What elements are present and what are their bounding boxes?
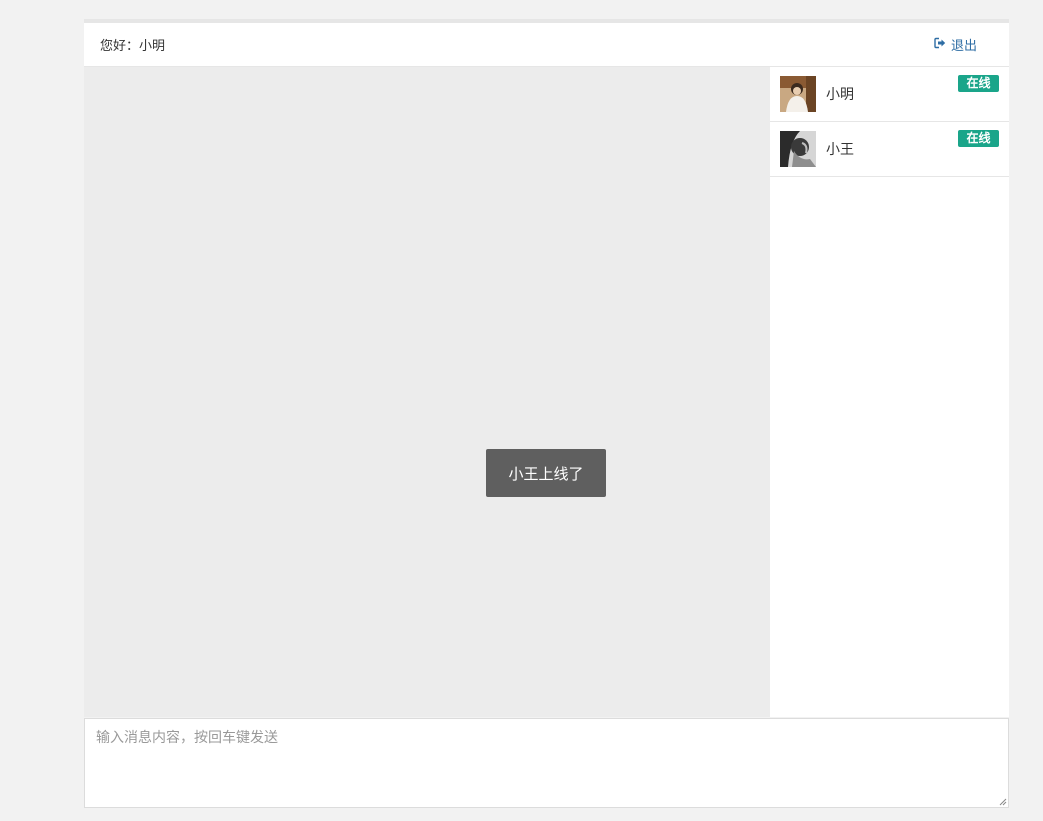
- header-bar: 您好： 小明 退出: [84, 23, 1009, 67]
- avatar-xiaoming: [780, 76, 816, 112]
- resize-handle-icon[interactable]: [998, 797, 1007, 806]
- greeting-prefix: 您好：: [100, 39, 140, 54]
- online-toast: 小王上线了: [486, 449, 606, 497]
- chat-app: 您好： 小明 退出 小王上线了 小明 在线 小王 在线: [84, 19, 1009, 717]
- greeting: 您好： 小明: [100, 35, 165, 54]
- user-name: 小王: [826, 142, 854, 158]
- user-name: 小明: [826, 87, 854, 103]
- logout-button[interactable]: 退出: [934, 35, 977, 54]
- current-username: 小明: [139, 39, 166, 54]
- avatar-xiaowang: [780, 131, 816, 167]
- sign-out-icon: [934, 37, 946, 53]
- logout-label: 退出: [950, 39, 977, 54]
- status-badge: 在线: [958, 75, 999, 92]
- user-item[interactable]: 小王 在线: [770, 122, 1009, 177]
- status-badge: 在线: [958, 130, 999, 147]
- message-input[interactable]: [85, 719, 1008, 807]
- message-composer: [84, 718, 1009, 808]
- main-body: 小王上线了 小明 在线 小王 在线: [84, 67, 1009, 717]
- chat-message-area[interactable]: 小王上线了: [84, 67, 770, 717]
- user-list: 小明 在线 小王 在线: [770, 67, 1009, 717]
- user-item[interactable]: 小明 在线: [770, 67, 1009, 122]
